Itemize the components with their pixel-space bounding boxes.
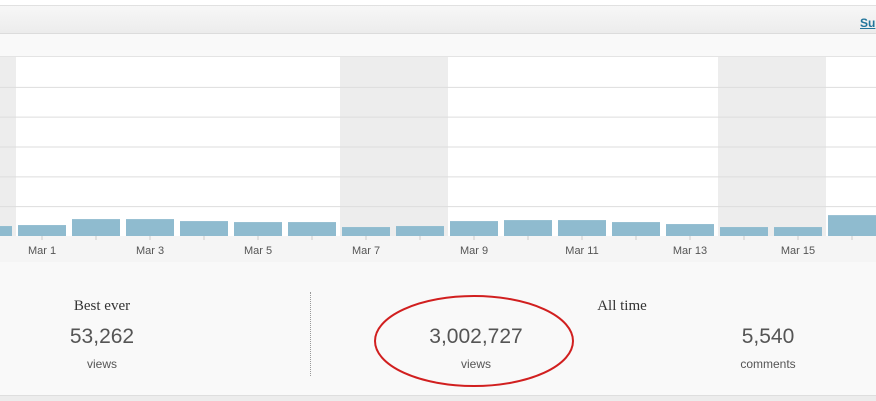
x-tick-label: Mar 1: [28, 245, 56, 257]
bar: [72, 219, 120, 236]
best-ever-heading: Best ever: [73, 298, 131, 314]
red-circle-highlight: [374, 295, 574, 387]
best-ever-value: 53,262: [69, 325, 135, 348]
all-time-comments-unit: comments: [740, 357, 796, 371]
x-tick-label: Mar 11: [565, 245, 598, 257]
bar: [666, 224, 714, 236]
all-time-comments-value: 5,540: [741, 325, 795, 348]
x-tick-label: Mar 5: [244, 245, 272, 257]
annotation-ellipse: [374, 295, 574, 387]
bar: [396, 226, 444, 236]
bar: [828, 215, 876, 236]
bar: [180, 221, 228, 236]
bar: [342, 227, 390, 236]
x-tick-label: Mar 15: [781, 245, 815, 257]
bar: [504, 220, 552, 236]
bar: [18, 225, 66, 236]
bar: [612, 222, 660, 236]
x-tick-label: Mar 13: [673, 245, 707, 257]
bar: [0, 226, 12, 236]
all-time-heading: All time: [597, 298, 647, 314]
stats-toolbar: Su: [0, 6, 876, 34]
x-tick-label: Mar 3: [136, 245, 164, 257]
x-axis-area: [0, 236, 876, 262]
bar: [288, 222, 336, 236]
stats-bottom-border: [0, 395, 876, 401]
bar: [450, 221, 498, 236]
bar: [234, 222, 282, 236]
x-tick-label: Mar 7: [352, 245, 380, 257]
views-bar-chart: Mar 1 Mar 3 Mar 5 Mar 7 Mar 9 Mar 11 Mar 13 Mar…: [0, 57, 876, 262]
x-tick-label: Mar 9: [460, 245, 488, 257]
toolbar-link[interactable]: Su: [860, 16, 876, 30]
bar: [774, 227, 822, 236]
best-ever-unit: views: [86, 357, 117, 371]
stats-divider: [310, 292, 311, 376]
bar: [720, 227, 768, 236]
bar: [126, 219, 174, 236]
bar: [558, 220, 606, 236]
chart-header-strip: [0, 34, 876, 57]
